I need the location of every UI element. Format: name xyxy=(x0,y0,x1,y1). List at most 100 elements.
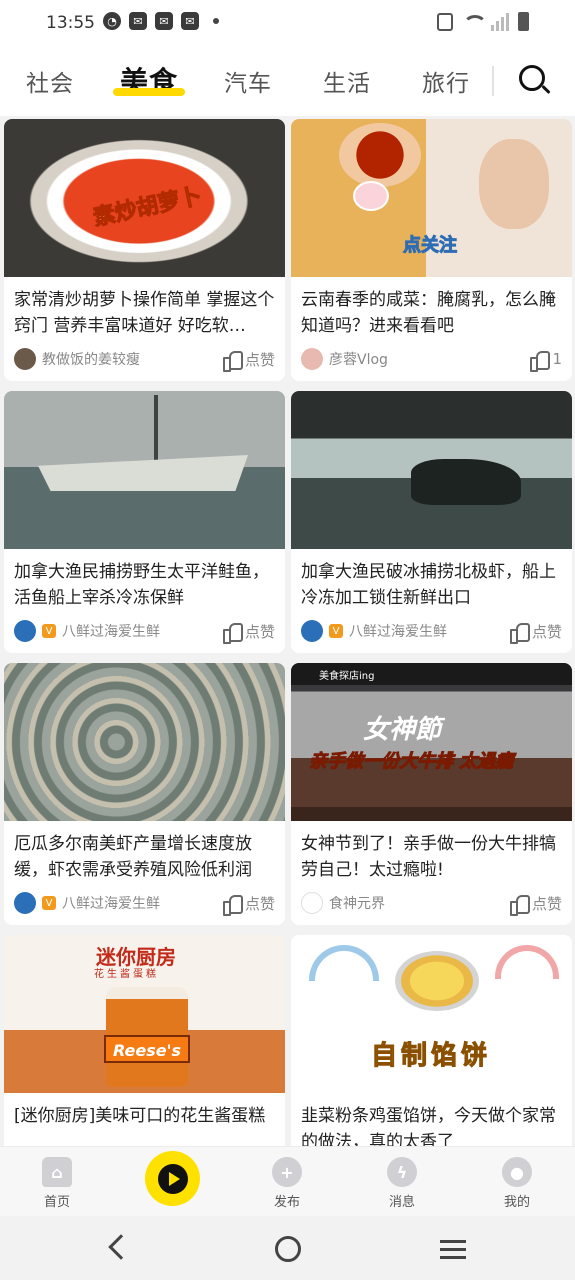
author-avatar[interactable] xyxy=(14,348,36,370)
like-button[interactable]: 点赞 xyxy=(222,893,275,916)
thumbnail-topbar: 美食探店ing xyxy=(291,663,572,685)
like-button[interactable]: 点赞 xyxy=(222,621,275,644)
more-dot-icon xyxy=(213,18,219,24)
thumbs-up-icon xyxy=(222,350,243,372)
thumbnail-subcaption: 花生酱蛋糕 xyxy=(94,969,159,980)
like-button[interactable]: 点赞 xyxy=(509,893,562,916)
verified-badge-icon: V xyxy=(42,624,56,638)
video-title[interactable]: 云南春季的咸菜：腌腐乳，怎么腌知道吗？进来看看吧 xyxy=(291,277,572,339)
author-name[interactable]: 八鲜过海爱生鲜 xyxy=(349,621,447,641)
like-button[interactable]: 1 xyxy=(530,350,562,372)
thumbnail-caption: 自制馅饼 xyxy=(370,1041,491,1072)
video-thumbnail[interactable]: 迷你厨房 花生酱蛋糕 Reese's xyxy=(4,935,285,1093)
wifi-icon xyxy=(462,13,487,31)
status-bar: 13:55 ◔ ✉ ✉ ✉ xyxy=(0,0,575,46)
vibrate-icon xyxy=(437,13,453,31)
card-meta: 教做饭的姜较瘦 点赞 xyxy=(14,347,275,372)
nav-profile[interactable]: ● 我的 xyxy=(477,1157,557,1210)
author-name[interactable]: 八鲜过海爱生鲜 xyxy=(62,893,160,913)
tab-life[interactable]: 生活 xyxy=(323,64,371,98)
video-card[interactable]: 加拿大渔民捕捞野生太平洋鲑鱼，活鱼船上宰杀冷冻保鲜 V 八鲜过海爱生鲜 点赞 xyxy=(4,391,285,653)
video-thumbnail[interactable]: 美食探店ing 女神節 亲手做一份大牛排 太過癮 xyxy=(291,663,572,821)
thumbs-up-icon xyxy=(509,622,530,644)
verified-badge-icon: V xyxy=(329,624,343,638)
like-label: 点赞 xyxy=(244,622,275,641)
author-name[interactable]: 彦蓉Vlog xyxy=(329,349,388,369)
nav-label: 消息 xyxy=(388,1195,415,1210)
search-button[interactable] xyxy=(517,63,551,97)
notification-icons: ◔ ✉ ✉ ✉ xyxy=(103,12,219,30)
video-title[interactable]: 厄瓜多尔南美虾产量增长速度放缓，虾农需承受养殖风险低利润 xyxy=(4,821,285,883)
thumbs-up-icon xyxy=(222,622,243,644)
plus-icon: + xyxy=(272,1157,302,1187)
like-label: 点赞 xyxy=(244,350,275,369)
video-thumbnail[interactable] xyxy=(291,391,572,549)
card-meta: V 八鲜过海爱生鲜 点赞 xyxy=(14,891,275,916)
home-circle-icon[interactable] xyxy=(275,1236,301,1262)
system-icons xyxy=(437,12,529,31)
thumbs-up-icon xyxy=(222,894,243,916)
author-avatar[interactable] xyxy=(301,620,323,642)
like-button[interactable]: 点赞 xyxy=(222,349,275,372)
video-thumbnail[interactable]: 自制馅饼 xyxy=(291,935,572,1093)
author-avatar[interactable] xyxy=(301,892,323,914)
nav-publish[interactable]: + 发布 xyxy=(247,1157,327,1210)
video-title[interactable]: 韭菜粉条鸡蛋馅饼，今天做个家常的做法，真的太香了 xyxy=(291,1093,572,1146)
video-title[interactable]: 家常清炒胡萝卜操作简单 掌握这个窍门 营养丰富味道好 好吃软… xyxy=(4,277,285,339)
nav-messages[interactable]: ϟ 消息 xyxy=(362,1157,442,1210)
author-name[interactable]: 教做饭的姜较瘦 xyxy=(42,349,140,369)
video-card[interactable]: 加拿大渔民破冰捕捞北极虾，船上冷冻加工锁住新鲜出口 V 八鲜过海爱生鲜 点赞 xyxy=(291,391,572,653)
thumbs-up-icon xyxy=(530,350,551,372)
home-icon: ⌂ xyxy=(42,1157,72,1187)
back-icon[interactable] xyxy=(108,1234,134,1260)
card-meta: 彦蓉Vlog 1 xyxy=(301,347,562,372)
status-time: 13:55 xyxy=(46,13,95,33)
video-card[interactable]: 厄瓜多尔南美虾产量增长速度放缓，虾农需承受养殖风险低利润 V 八鲜过海爱生鲜 点… xyxy=(4,663,285,925)
system-navigation-bar xyxy=(0,1216,575,1280)
author-name[interactable]: 食神元界 xyxy=(329,893,385,913)
thumbnail-subcaption: 亲手做一份大牛排 太過癮 xyxy=(308,751,514,773)
nav-center-play-button[interactable] xyxy=(145,1151,200,1206)
like-label: 点赞 xyxy=(531,622,562,641)
author-avatar[interactable] xyxy=(14,892,36,914)
play-icon xyxy=(157,1163,188,1194)
thumbnail-caption: 女神節 xyxy=(363,715,442,745)
video-thumbnail[interactable]: 素炒胡萝卜 xyxy=(4,119,285,277)
tab-divider xyxy=(492,66,494,96)
video-card[interactable]: 素炒胡萝卜 家常清炒胡萝卜操作简单 掌握这个窍门 营养丰富味道好 好吃软… 教做… xyxy=(4,119,285,381)
card-meta: 食神元界 点赞 xyxy=(301,891,562,916)
author-avatar[interactable] xyxy=(301,348,323,370)
nav-label: 首页 xyxy=(43,1195,70,1210)
like-button[interactable]: 点赞 xyxy=(509,621,562,644)
video-card[interactable]: 美食探店ing 女神節 亲手做一份大牛排 太過癮 女神节到了！亲手做一份大牛排犒… xyxy=(291,663,572,925)
video-title[interactable]: [迷你厨房]美味可口的花生酱蛋糕 xyxy=(4,1093,285,1146)
author-avatar[interactable] xyxy=(14,620,36,642)
video-thumbnail[interactable] xyxy=(4,663,285,821)
video-thumbnail[interactable] xyxy=(4,391,285,549)
nav-home[interactable]: ⌂ 首页 xyxy=(17,1157,97,1210)
video-title[interactable]: 女神节到了！亲手做一份大牛排犒劳自己！太过瘾啦! xyxy=(291,821,572,883)
video-card[interactable]: 点关注 云南春季的咸菜：腌腐乳，怎么腌知道吗？进来看看吧 彦蓉Vlog 1 xyxy=(291,119,572,381)
video-title[interactable]: 加拿大渔民破冰捕捞北极虾，船上冷冻加工锁住新鲜出口 xyxy=(291,549,572,611)
thumbnail-caption: 素炒胡萝卜 xyxy=(91,183,205,232)
nav-label: 我的 xyxy=(503,1195,530,1210)
like-label: 点赞 xyxy=(244,894,275,913)
recents-icon[interactable] xyxy=(440,1240,466,1260)
tab-cars[interactable]: 汽车 xyxy=(224,64,272,98)
app-icon: ◔ xyxy=(103,12,121,30)
signal-icon xyxy=(491,13,509,31)
mail-icon: ✉ xyxy=(129,12,147,30)
battery-icon xyxy=(518,12,529,31)
tab-society[interactable]: 社会 xyxy=(26,64,74,98)
video-card[interactable]: 迷你厨房 花生酱蛋糕 Reese's [迷你厨房]美味可口的花生酱蛋糕 点赞 xyxy=(4,935,285,1146)
card-meta: V 八鲜过海爱生鲜 点赞 xyxy=(301,619,562,644)
thumbnail-caption: 点关注 xyxy=(403,235,458,257)
video-thumbnail[interactable]: 点关注 xyxy=(291,119,572,277)
video-card[interactable]: 自制馅饼 韭菜粉条鸡蛋馅饼，今天做个家常的做法，真的太香了 xyxy=(291,935,572,1146)
video-feed[interactable]: 素炒胡萝卜 家常清炒胡萝卜操作简单 掌握这个窍门 营养丰富味道好 好吃软… 教做… xyxy=(0,116,575,1146)
mail-icon: ✉ xyxy=(155,12,173,30)
tab-travel[interactable]: 旅行 xyxy=(422,64,470,98)
video-title[interactable]: 加拿大渔民捕捞野生太平洋鲑鱼，活鱼船上宰杀冷冻保鲜 xyxy=(4,549,285,611)
user-icon: ● xyxy=(502,1157,532,1187)
author-name[interactable]: 八鲜过海爱生鲜 xyxy=(62,621,160,641)
